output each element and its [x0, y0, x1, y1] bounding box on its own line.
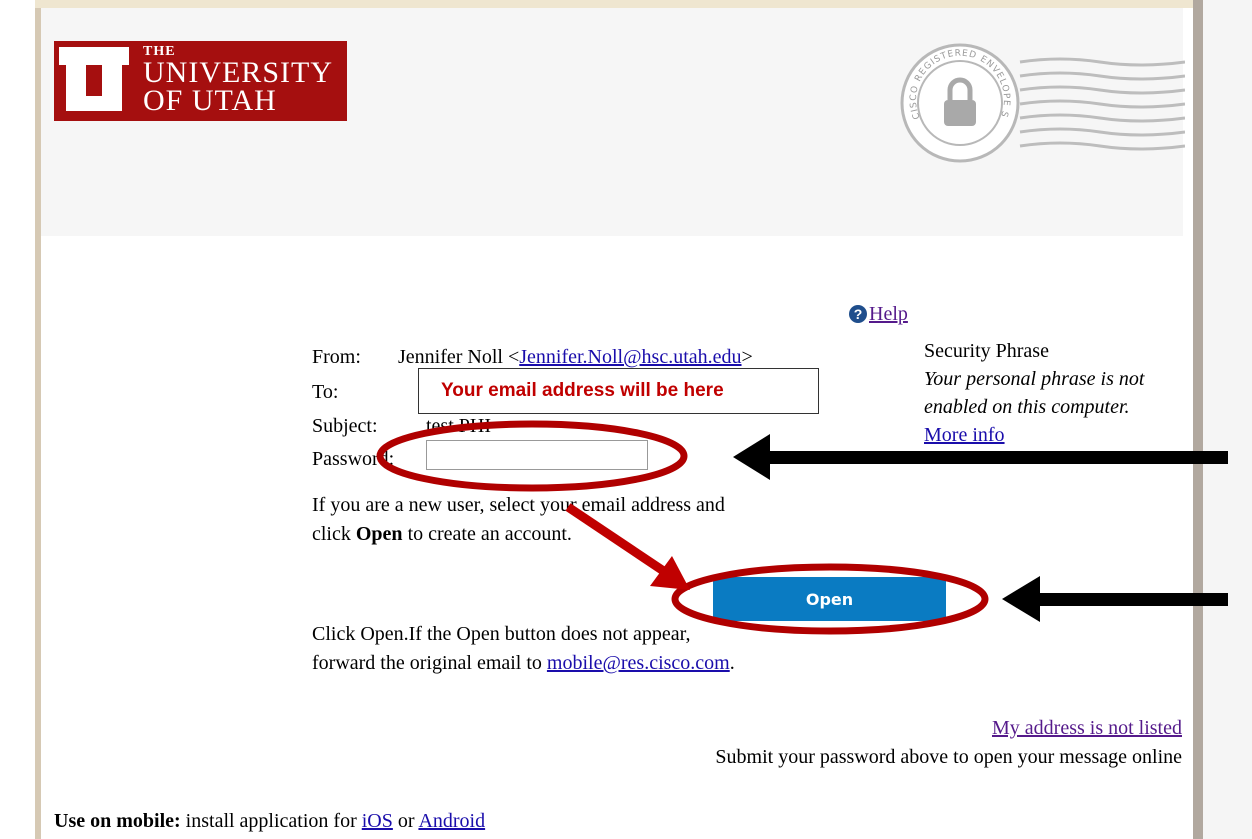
logo-line-of-utah: OF UTAH: [143, 84, 277, 117]
university-of-utah-logo: THE UNIVERSITY OF UTAH: [54, 41, 347, 121]
from-email-link[interactable]: Jennifer.Noll@hsc.utah.edu: [519, 346, 741, 368]
submit-password-text: Submit your password above to open your …: [715, 746, 1182, 768]
ios-link[interactable]: iOS: [362, 810, 393, 832]
email-annotation-box: Your email address will be here: [418, 368, 819, 414]
frame-top: [35, 0, 1195, 8]
subject-value: test PHI: [426, 415, 491, 437]
to-label: To:: [312, 381, 339, 403]
security-phrase-title: Security Phrase: [924, 340, 1049, 362]
from-value: Jennifer Noll <Jennifer.Noll@hsc.utah.ed…: [398, 345, 753, 369]
forward-instructions: Click Open.If the Open button does not a…: [312, 620, 742, 678]
help-link-container[interactable]: ? Help: [849, 303, 908, 326]
open-button[interactable]: Open: [713, 577, 946, 621]
frame-left: [0, 0, 42, 839]
frame-right: [1193, 0, 1203, 839]
help-link[interactable]: Help: [869, 303, 908, 325]
mobile-or: or: [392, 810, 419, 832]
mobile-label: Use on mobile:: [54, 810, 181, 832]
question-icon: ?: [849, 305, 867, 323]
new-user-instructions: If you are a new user, select your email…: [312, 491, 742, 549]
scroll-gutter: [1203, 0, 1252, 839]
password-input[interactable]: [426, 440, 648, 470]
address-not-listed-link[interactable]: My address is not listed: [992, 717, 1182, 740]
more-info-link[interactable]: More info: [924, 424, 1005, 446]
security-phrase-panel: Security Phrase Your personal phrase is …: [924, 337, 1184, 449]
from-name: Jennifer Noll <: [398, 346, 520, 368]
mobile-cisco-link[interactable]: mobile@res.cisco.com: [547, 652, 730, 674]
cisco-registered-envelope-seal: CISCO REGISTERED ENVELOPE SERVICE: [900, 42, 1185, 163]
subject-label: Subject:: [312, 415, 378, 437]
mobile-apps-line: Use on mobile: install application for i…: [54, 810, 485, 833]
password-label: Password:: [312, 448, 395, 470]
new-user-open-bold: Open: [355, 523, 403, 545]
from-label: From:: [312, 346, 361, 368]
security-phrase-body: Your personal phrase is not enabled on t…: [924, 368, 1145, 418]
mobile-text: install application for: [180, 810, 362, 832]
new-user-text-end: to create an account.: [402, 523, 572, 545]
from-close: >: [741, 346, 753, 368]
forward-text-end: .: [729, 652, 735, 674]
android-link[interactable]: Android: [418, 810, 485, 832]
